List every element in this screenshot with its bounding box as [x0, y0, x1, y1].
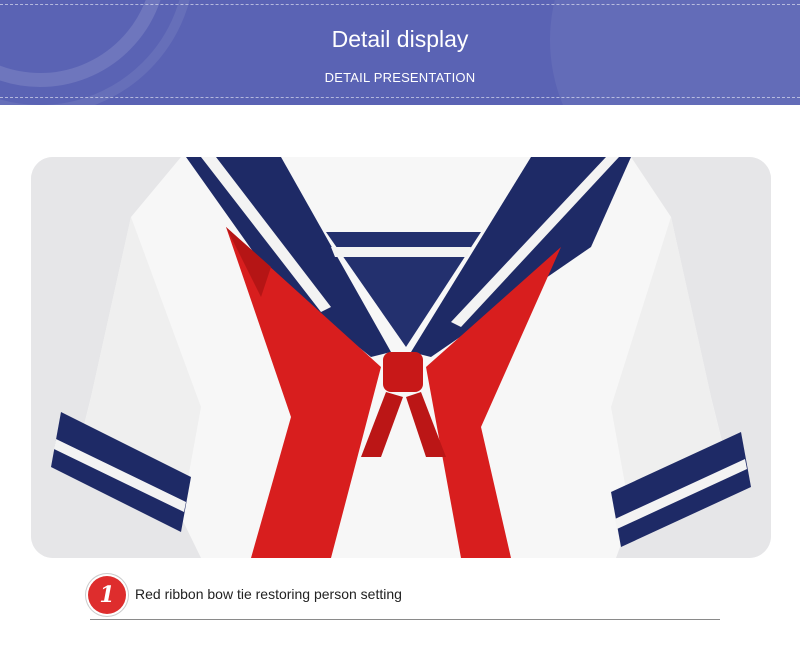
- page-subtitle: DETAIL PRESENTATION: [324, 70, 476, 85]
- header-banner: Detail display DETAIL PRESENTATION: [0, 0, 800, 105]
- caption-bar: 1 Red ribbon bow tie restoring person se…: [80, 572, 720, 624]
- caption-text: Red ribbon bow tie restoring person sett…: [135, 586, 402, 602]
- page-title: Detail display: [331, 26, 469, 52]
- caption-underline: [90, 619, 720, 620]
- caption-number-badge: 1: [88, 576, 126, 614]
- banner-stitch-top: [0, 4, 800, 5]
- product-photo: [31, 157, 771, 558]
- uniform-illustration: [31, 157, 771, 558]
- banner-stitch-bottom: [0, 97, 800, 98]
